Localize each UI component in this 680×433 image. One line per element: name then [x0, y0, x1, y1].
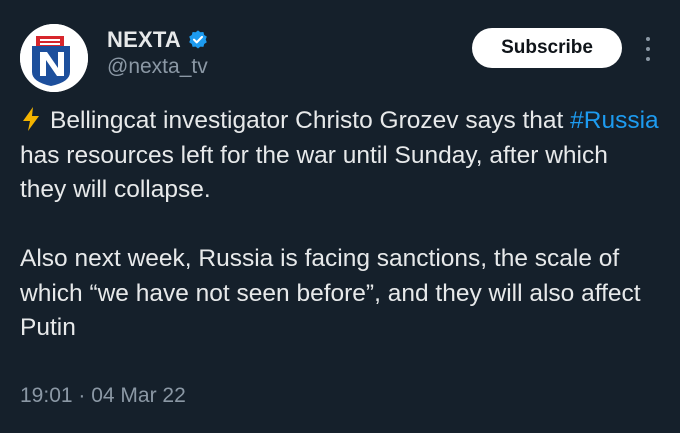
- subscribe-button[interactable]: Subscribe: [472, 28, 622, 68]
- more-options-icon[interactable]: [636, 34, 660, 64]
- more-dot: [646, 57, 650, 61]
- tweet-text: Bellingcat investigator Christo Grozev s…: [20, 104, 660, 346]
- tweet-paragraph-1: Bellingcat investigator Christo Grozev s…: [20, 104, 660, 208]
- avatar[interactable]: [20, 24, 88, 92]
- more-dot: [646, 37, 650, 41]
- lightning-bolt-icon: [23, 107, 39, 131]
- paragraph-1-text-after: has resources left for the war until Sun…: [20, 141, 608, 204]
- user-handle[interactable]: @nexta_tv: [107, 55, 208, 79]
- verified-badge-icon: [189, 30, 207, 49]
- tweet-paragraph-2: Also next week, Russia is facing sanctio…: [20, 245, 641, 341]
- paragraph-1-text-before: Bellingcat investigator Christo Grozev s…: [50, 107, 571, 134]
- display-name[interactable]: NEXTA: [107, 27, 181, 53]
- nexta-logo-icon: [20, 24, 88, 92]
- more-dot: [646, 47, 650, 51]
- hashtag-link[interactable]: #Russia: [570, 107, 659, 134]
- tweet-timestamp[interactable]: 19:01 · 04 Mar 22: [20, 384, 186, 408]
- name-row: NEXTA: [107, 27, 209, 53]
- tweet-card: NEXTA @nexta_tv Subscribe Bellingcat inv…: [0, 0, 680, 433]
